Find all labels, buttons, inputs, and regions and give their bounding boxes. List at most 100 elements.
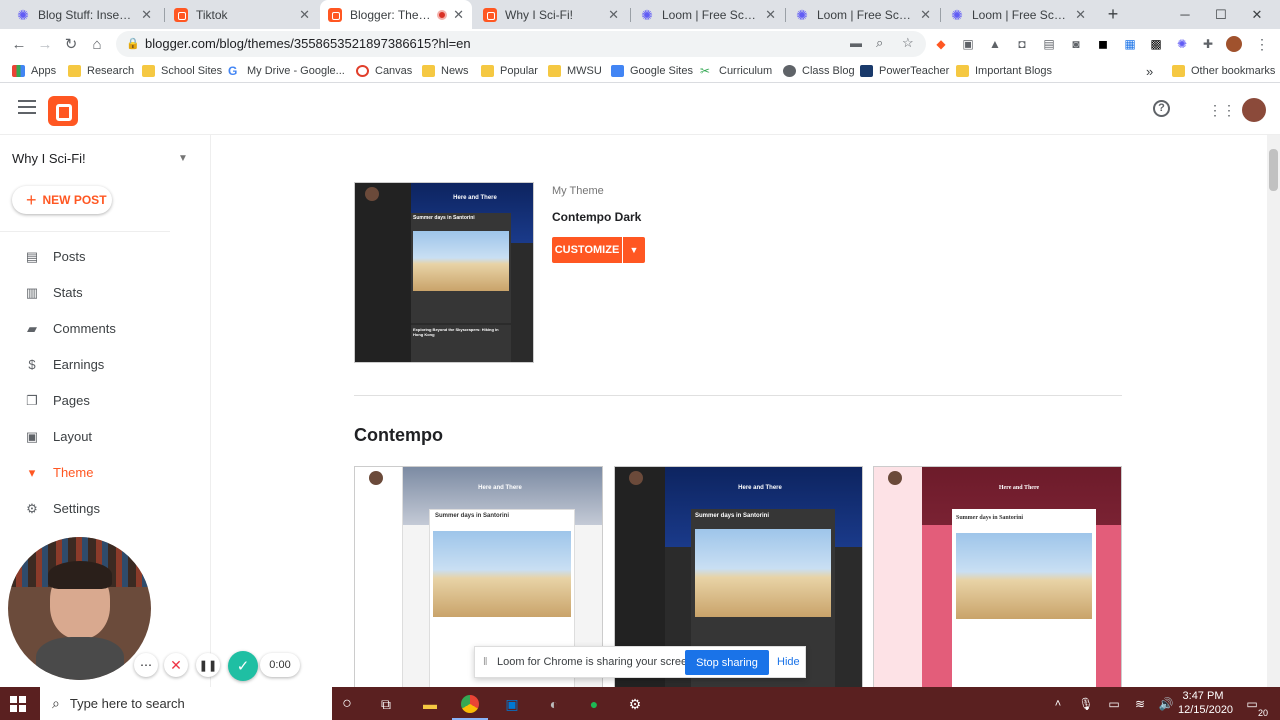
sidebar-item-pages[interactable]: ❐ Pages [0,383,210,419]
apps-grid-icon[interactable]: ⋮⋮ [1208,100,1236,120]
bookmark-google-sites[interactable]: Google Sites [611,63,693,79]
loom-more-icon[interactable]: ⋯ [134,653,158,677]
my-theme-preview[interactable]: Here and There Summer days in Santorini … [354,182,534,363]
close-icon[interactable]: ✕ [1075,7,1086,23]
taskbar-clock[interactable]: 3:47 PM 12/15/2020 [1178,689,1233,717]
windows-start-icon[interactable] [10,696,26,712]
close-icon[interactable]: ✕ [141,7,152,23]
camera-icon[interactable]: ▬ [850,36,862,50]
extensions-puzzle-icon[interactable]: ✚ [1200,36,1216,52]
show-hidden-icons[interactable]: ˄ [1046,692,1070,716]
drag-handle-icon[interactable]: ‖ [483,656,488,668]
tab-tiktok[interactable]: Tiktok ✕ [166,0,318,29]
new-post-button[interactable]: + NEW POST [12,186,112,214]
extension-qr-icon[interactable]: ▩ [1148,36,1164,52]
theme-preview-contempo-rose[interactable]: Here and There Summer days in Santorini [873,466,1122,687]
bookmarks-overflow-button[interactable]: » [1146,63,1153,79]
wifi-icon[interactable]: ≋ [1128,692,1152,716]
close-icon[interactable]: ✕ [299,7,310,23]
account-avatar[interactable] [1242,98,1266,122]
notification-center[interactable]: ▭ 20 [1240,692,1268,718]
taskbar-search-box[interactable]: ⌕ Type here to search [40,687,332,720]
address-bar[interactable]: 🔒 blogger.com/blog/themes/35586535218973… [116,31,926,57]
sidebar-item-theme[interactable]: ▾ Theme [0,455,210,491]
hide-button[interactable]: Hide [777,656,800,668]
chevron-down-icon[interactable]: ▼ [178,153,188,164]
bookmark-curriculum[interactable]: ✂ Curriculum [700,63,772,79]
other-bookmarks[interactable]: Other bookmarks [1172,63,1275,79]
cortana-icon[interactable]: ○ [335,692,359,716]
loom-cancel-icon[interactable]: ✕ [164,653,188,677]
sidebar-item-earnings[interactable]: $ Earnings [0,347,210,383]
forward-icon[interactable]: → [34,33,56,55]
home-icon[interactable]: ⌂ [86,33,108,55]
menu-dots-icon[interactable]: ⋮ [1254,36,1270,52]
bookmark-popular[interactable]: Popular [481,63,538,79]
task-view-icon[interactable]: ⧉ [374,692,398,716]
battery-icon[interactable]: ▭ [1102,692,1126,716]
bookmark-powerteacher[interactable]: PowerTeacher [860,63,949,79]
tab-title: Loom | Free Screen & V [817,7,914,22]
sidebar-item-settings[interactable]: ⚙ Settings [0,491,210,527]
chrome-icon[interactable] [452,692,488,720]
page-scrollbar[interactable] [1267,135,1280,687]
bookmark-star-icon[interactable]: ☆ [902,35,914,51]
sidebar-item-comments[interactable]: ▰ Comments [0,311,210,347]
bookmark-important-blogs[interactable]: Important Blogs [956,63,1052,79]
paint-icon[interactable]: ◐ [542,692,566,716]
window-close-button[interactable]: ✕ [1234,0,1280,29]
bookmark-canvas[interactable]: Canvas [356,63,412,79]
close-icon[interactable]: ✕ [920,7,931,23]
tab-blog-stuff[interactable]: ✺ Blog Stuff: Inserting Im... ✕ [8,0,160,29]
reload-icon[interactable]: ↻ [60,33,82,55]
bookmark-news[interactable]: News [422,63,469,79]
tab-loom-3[interactable]: ✺ Loom | Free Screen & V ✕ [942,0,1094,29]
volume-icon[interactable]: 🔊 [1154,692,1178,716]
tab-loom-1[interactable]: ✺ Loom | Free Screen & V ✕ [632,0,784,29]
back-icon[interactable]: ← [8,33,30,55]
file-explorer-icon[interactable]: ▬ [418,692,442,716]
bookmark-apps[interactable]: Apps [12,63,56,79]
extension-news-icon[interactable]: ▤ [1041,36,1057,52]
close-icon[interactable]: ✕ [453,7,464,23]
outlook-icon[interactable]: ▣ [500,692,524,716]
stop-sharing-button[interactable]: Stop sharing [685,650,769,675]
loom-finish-icon[interactable]: ✓ [228,651,258,681]
blog-selector[interactable]: Why I Sci-Fi! [12,151,86,166]
extension-square-icon[interactable]: ◼ [1095,36,1111,52]
hamburger-menu-icon[interactable] [18,100,36,114]
extension-screen-icon[interactable]: ◙ [1068,36,1084,52]
tab-loom-2[interactable]: ✺ Loom | Free Screen & V ✕ [787,0,939,29]
extension-shield-icon[interactable]: ◘ [1014,36,1030,52]
close-icon[interactable]: ✕ [608,7,619,23]
sidebar-item-stats[interactable]: ▥ Stats [0,275,210,311]
loom-camera-bubble[interactable] [8,537,151,680]
tab-why-i-sci-fi[interactable]: Why I Sci-Fi! ✕ [475,0,627,29]
loom-icon[interactable]: ✺ [1174,36,1190,52]
extension-drive-icon[interactable]: ▲ [987,36,1003,52]
zoom-icon[interactable]: ⌕ [876,35,883,51]
customize-button[interactable]: CUSTOMIZE [552,237,622,263]
bookmark-class-blog[interactable]: Class Blog [783,63,855,79]
microphone-icon[interactable]: 🎙 [1074,692,1098,716]
close-icon[interactable]: ✕ [765,7,776,23]
spotify-icon[interactable]: ● [582,692,606,716]
sidebar-item-posts[interactable]: ▤ Posts [0,239,210,275]
bookmark-my-drive[interactable]: G My Drive - Google... [228,63,345,79]
bookmark-mwsu[interactable]: MWSU [548,63,602,79]
extension-cast-icon[interactable]: ◆ [933,36,949,52]
theme-icon: ▾ [28,465,36,480]
extension-book-icon[interactable]: ▦ [1122,36,1138,52]
settings-gear-icon[interactable]: ⚙ [623,692,647,716]
blogger-logo[interactable] [48,96,78,126]
profile-avatar[interactable] [1226,36,1242,52]
sidebar-item-layout[interactable]: ▣ Layout [0,419,210,455]
customize-dropdown-button[interactable]: ▼ [623,237,645,263]
extension-pdf-icon[interactable]: ▣ [960,36,976,52]
bookmark-school-sites[interactable]: School Sites [142,63,222,79]
help-icon[interactable]: ? [1153,100,1170,117]
loom-pause-icon[interactable]: ❚❚ [196,653,220,677]
tab-blogger-theme[interactable]: Blogger: Theme ✕ [320,0,472,29]
new-tab-button[interactable]: + [1100,0,1126,29]
bookmark-research[interactable]: Research [68,63,134,79]
